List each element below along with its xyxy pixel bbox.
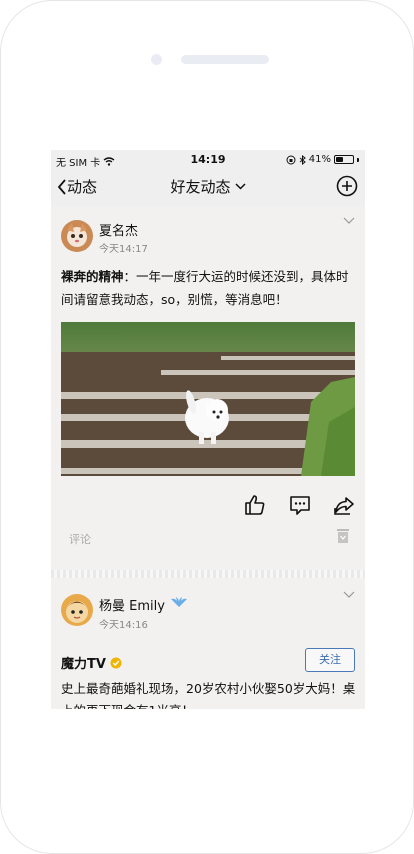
chevron-down-icon[interactable]	[343, 217, 355, 225]
chevron-down-icon[interactable]	[343, 591, 355, 599]
share-icon[interactable]	[333, 494, 355, 516]
username[interactable]: 夏名杰	[99, 220, 138, 239]
orientation-lock-icon	[286, 155, 296, 164]
battery-percent: 41%	[308, 154, 331, 165]
camera-dot	[151, 54, 162, 65]
divider	[51, 570, 365, 578]
post-time: 今天14:16	[99, 620, 148, 631]
post-time: 今天14:17	[99, 244, 148, 255]
source-title[interactable]: 魔力TV	[61, 653, 122, 672]
comment-input[interactable]: 评论	[69, 531, 91, 547]
wing-badge-icon	[171, 597, 187, 607]
trash-icon[interactable]	[336, 528, 350, 544]
screen: 无 SIM 卡 14:19 41% 动态 好友动态 夏名杰 今天14:17 裸奔…	[51, 150, 365, 709]
phone-frame: 无 SIM 卡 14:19 41% 动态 好友动态 夏名杰 今天14:17 裸奔…	[0, 0, 414, 854]
avatar[interactable]	[61, 220, 93, 252]
battery-icon	[334, 155, 354, 164]
comment-bubble-icon[interactable]	[289, 494, 311, 516]
plus-circle-icon[interactable]	[336, 175, 358, 197]
speaker-slot	[181, 55, 269, 64]
source-name: 魔力TV	[61, 657, 106, 672]
post-text: 裸奔的精神：一年一度行大运的时候还没到，具体时间请留意我动态，so，别慌，等消息…	[61, 265, 357, 311]
title-dropdown[interactable]: 好友动态	[170, 176, 246, 197]
status-bar: 无 SIM 卡 14:19 41%	[51, 150, 365, 170]
page-title: 好友动态	[170, 178, 231, 196]
post-text: 史上最奇葩婚礼现场，20岁农村小伙娶50岁大妈！桌上的再下现金有1米高！	[61, 681, 356, 709]
bluetooth-icon	[299, 154, 306, 165]
nav-bar: 动态 好友动态	[51, 170, 365, 204]
username[interactable]: 杨曼 Emily	[99, 595, 165, 614]
post-text-bold: 裸奔的精神	[61, 269, 124, 284]
chevron-down-icon	[234, 183, 246, 190]
avatar[interactable]	[61, 594, 93, 626]
post-image[interactable]	[61, 322, 355, 476]
follow-button[interactable]: 关注	[305, 648, 355, 672]
post-card: 杨曼 Emily 今天14:16 魔力TV 关注 史上最奇葩婚礼现场，20岁农村…	[51, 578, 365, 709]
battery-fill	[336, 157, 343, 162]
verified-icon	[110, 657, 122, 668]
post-card: 夏名杰 今天14:17 裸奔的精神：一年一度行大运的时候还没到，具体时间请留意我…	[51, 206, 365, 570]
thumbs-up-icon[interactable]	[244, 494, 266, 516]
